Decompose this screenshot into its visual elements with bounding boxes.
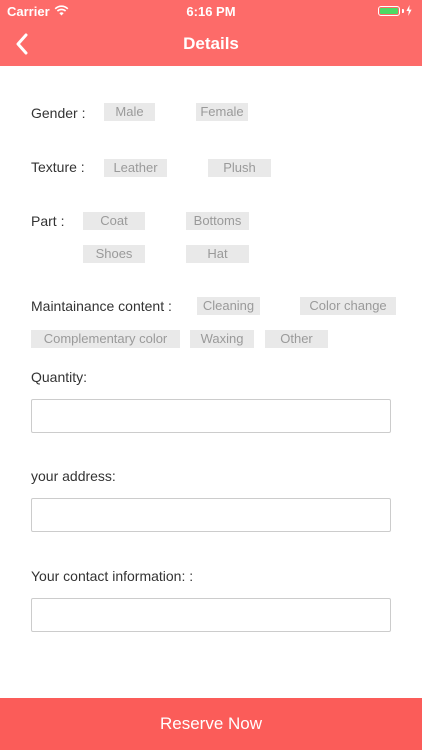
gender-option-male[interactable]: Male [104, 103, 155, 121]
part-option-coat[interactable]: Coat [83, 212, 145, 230]
quantity-input[interactable] [31, 399, 391, 433]
charging-bolt-icon [406, 5, 412, 16]
contact-input[interactable] [31, 598, 391, 632]
part-label: Part : [31, 213, 65, 229]
part-option-hat[interactable]: Hat [186, 245, 249, 263]
maintenance-option-color-change[interactable]: Color change [300, 297, 396, 315]
gender-label: Gender : [31, 105, 86, 121]
texture-label: Texture : [31, 159, 85, 175]
contact-label: Your contact information: : [31, 568, 194, 584]
maintenance-option-waxing[interactable]: Waxing [190, 330, 254, 348]
status-bar: Carrier 6:16 PM [0, 0, 422, 22]
maintenance-option-cleaning[interactable]: Cleaning [197, 297, 260, 315]
battery-icon [378, 5, 412, 16]
maintenance-option-other[interactable]: Other [265, 330, 328, 348]
header: Carrier 6:16 PM Details [0, 0, 422, 66]
texture-option-plush[interactable]: Plush [208, 159, 271, 177]
address-input[interactable] [31, 498, 391, 532]
status-time: 6:16 PM [186, 4, 236, 19]
address-label: your address: [31, 468, 116, 484]
gender-option-female[interactable]: Female [196, 103, 248, 121]
part-option-bottoms[interactable]: Bottoms [186, 212, 249, 230]
navigation-bar: Details [0, 22, 422, 66]
reserve-now-button[interactable]: Reserve Now [0, 698, 422, 750]
quantity-label: Quantity: [31, 369, 88, 385]
maintenance-option-complementary-color[interactable]: Complementary color [31, 330, 180, 348]
part-option-shoes[interactable]: Shoes [83, 245, 145, 263]
details-screen: Carrier 6:16 PM Details Gender: Male Fe… [0, 0, 422, 750]
texture-option-leather[interactable]: Leather [104, 159, 167, 177]
page-title: Details [183, 34, 239, 53]
maintenance-label: Maintainance content : [31, 298, 172, 314]
